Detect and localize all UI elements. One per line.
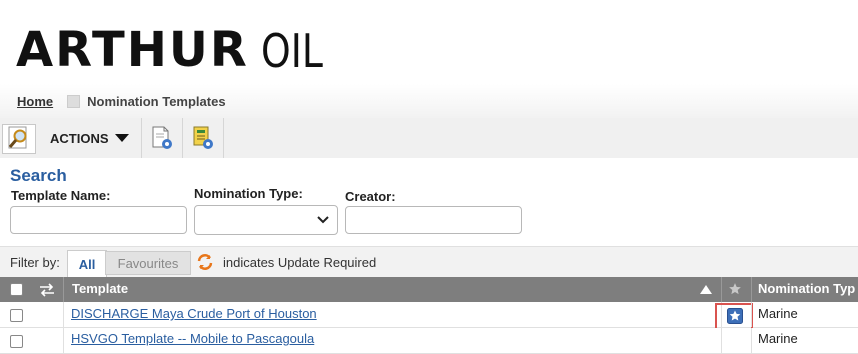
magnifier-icon bbox=[8, 126, 27, 149]
template-link[interactable]: HSVGO Template -- Mobile to Pascagoula bbox=[71, 331, 314, 346]
breadcrumb-current: Nomination Templates bbox=[87, 93, 226, 109]
chevron-down-icon bbox=[317, 216, 329, 224]
template-settings-button[interactable] bbox=[183, 118, 224, 158]
row-checkbox[interactable] bbox=[10, 309, 23, 322]
nomination-type-cell: Marine bbox=[758, 331, 798, 346]
caret-down-icon bbox=[114, 134, 129, 142]
actions-label: ACTIONS bbox=[50, 130, 109, 146]
actions-menu-button[interactable]: ACTIONS bbox=[36, 118, 142, 158]
update-required-icon bbox=[197, 254, 213, 270]
column-header-template[interactable]: Template bbox=[72, 281, 128, 296]
filter-all-tab[interactable]: All bbox=[67, 250, 107, 277]
filter-favourites-tab[interactable]: Favourites bbox=[105, 251, 191, 275]
creator-label: Creator: bbox=[345, 189, 396, 204]
template-name-input[interactable] bbox=[10, 206, 187, 234]
company-logo: ARTHUR OIL bbox=[16, 18, 336, 74]
document-gear-icon bbox=[152, 126, 172, 149]
table-row: HSVGO Template -- Mobile to Pascagoula M… bbox=[0, 328, 858, 354]
favourite-star-icon[interactable] bbox=[727, 308, 743, 324]
template-link[interactable]: DISCHARGE Maya Crude Port of Houston bbox=[71, 306, 317, 321]
creator-input[interactable] bbox=[345, 206, 522, 234]
row-checkbox[interactable] bbox=[10, 335, 23, 348]
logo-name-light: OIL bbox=[260, 24, 323, 78]
nomination-type-select[interactable] bbox=[194, 205, 338, 235]
toolbar: ACTIONS bbox=[0, 118, 858, 158]
swap-arrows-icon[interactable] bbox=[38, 283, 56, 297]
breadcrumb-separator-icon bbox=[67, 94, 81, 108]
template-gear-icon bbox=[193, 126, 213, 149]
nomination-type-label: Nomination Type: bbox=[194, 186, 303, 201]
nomination-type-cell: Marine bbox=[758, 306, 798, 321]
breadcrumb: Home Nomination Templates bbox=[0, 84, 858, 118]
filter-label: Filter by: bbox=[10, 255, 60, 270]
breadcrumb-home-link[interactable]: Home bbox=[17, 94, 53, 109]
search-toggle-button[interactable] bbox=[2, 124, 36, 154]
search-title: Search bbox=[10, 166, 67, 185]
select-all-checkbox[interactable] bbox=[10, 283, 23, 296]
filter-bar: Filter by: All Favourites indicates Upda… bbox=[0, 246, 858, 278]
document-settings-button[interactable] bbox=[142, 118, 183, 158]
table-row: DISCHARGE Maya Crude Port of Houston Mar… bbox=[0, 302, 858, 333]
logo-name-bold: ARTHUR bbox=[16, 22, 249, 78]
template-name-label: Template Name: bbox=[11, 188, 111, 203]
column-header-nomination-type[interactable]: Nomination Typ bbox=[758, 281, 855, 296]
update-required-note: indicates Update Required bbox=[223, 255, 377, 270]
table-header: Template Nomination Typ bbox=[0, 277, 858, 302]
favourite-column-star-icon[interactable] bbox=[728, 282, 742, 296]
sort-ascending-icon[interactable] bbox=[700, 285, 712, 294]
